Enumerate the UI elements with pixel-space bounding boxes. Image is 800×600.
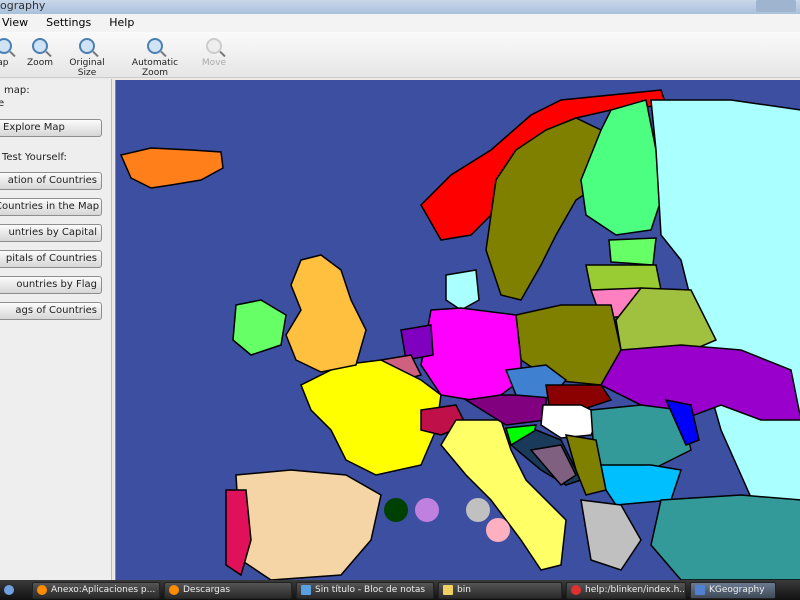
- kgeography-icon: [695, 585, 705, 595]
- test-flags-button[interactable]: ags of Countries: [0, 302, 102, 320]
- original-size-button[interactable]: Original Size: [60, 38, 114, 78]
- move-icon: [206, 38, 222, 54]
- automatic-zoom-button[interactable]: Automatic Zoom: [121, 38, 189, 78]
- map-view[interactable]: [115, 80, 800, 580]
- country-finland[interactable]: [580, 99, 662, 236]
- task-notepad[interactable]: Sin título - Bloc de notas: [296, 581, 434, 599]
- map-name: e: [0, 98, 5, 109]
- menu-settings[interactable]: Settings: [44, 14, 93, 32]
- start-button[interactable]: [4, 585, 14, 595]
- title-bar: ography: [0, 0, 800, 14]
- menu-view[interactable]: View: [0, 14, 30, 32]
- quiz-marker[interactable]: [415, 498, 439, 522]
- test-countries-flag-button[interactable]: ountries by Flag: [0, 276, 102, 294]
- quiz-marker[interactable]: [466, 498, 490, 522]
- quiz-marker[interactable]: [384, 498, 408, 522]
- explore-map-button[interactable]: Explore Map: [0, 119, 102, 137]
- task-help-blinken[interactable]: help:/blinken/index.h...: [566, 581, 686, 599]
- menu-bar: View Settings Help: [0, 14, 800, 32]
- firefox-icon: [169, 585, 179, 595]
- zoom-original-icon: [79, 38, 95, 54]
- country-germany[interactable]: [420, 307, 522, 401]
- menu-help[interactable]: Help: [107, 14, 136, 32]
- test-yourself-label: Test Yourself:: [2, 152, 67, 163]
- country-france[interactable]: [300, 359, 442, 476]
- test-countries-capital-button[interactable]: untries by Capital: [0, 224, 102, 242]
- test-location-button[interactable]: ation of Countries: [0, 172, 102, 190]
- map-button[interactable]: Map: [0, 38, 16, 68]
- quiz-marker[interactable]: [486, 518, 510, 542]
- country-uk[interactable]: [285, 254, 367, 373]
- test-capitals-button[interactable]: pitals of Countries: [0, 250, 102, 268]
- window-controls[interactable]: [756, 0, 796, 12]
- firefox-icon: [37, 585, 47, 595]
- taskbar: Anexo:Aplicaciones p... Descargas Sin tí…: [0, 580, 800, 600]
- task-kgeography[interactable]: KGeography: [690, 581, 776, 599]
- task-firefox-anexo[interactable]: Anexo:Aplicaciones p...: [32, 581, 160, 599]
- notepad-icon: [301, 585, 311, 595]
- move-button[interactable]: Move: [200, 38, 228, 68]
- zoom-button[interactable]: Zoom: [26, 38, 54, 68]
- zoom-in-icon: [32, 38, 48, 54]
- country-estonia[interactable]: [608, 237, 657, 266]
- test-countries-map-button[interactable]: Countries in the Map: [0, 198, 102, 216]
- europe-map[interactable]: [116, 80, 800, 580]
- country-ireland[interactable]: [232, 299, 287, 356]
- help-lifebuoy-icon: [571, 585, 581, 595]
- country-netherlands[interactable]: [400, 324, 434, 361]
- country-turkey[interactable]: [650, 494, 800, 580]
- task-firefox-descargas[interactable]: Descargas: [164, 581, 292, 599]
- sidebar: map: e Explore Map Test Yourself: ation …: [0, 79, 112, 580]
- window-title: ography: [0, 0, 46, 12]
- country-denmark[interactable]: [445, 269, 480, 311]
- map-icon: [0, 38, 12, 54]
- zoom-fit-icon: [147, 38, 163, 54]
- country-spain[interactable]: [235, 469, 382, 580]
- task-folder-bin[interactable]: bin: [438, 581, 562, 599]
- map-label: map:: [4, 85, 30, 96]
- folder-icon: [443, 585, 453, 595]
- toolbar: Map Zoom Original Size Automatic Zoom Mo…: [0, 32, 800, 78]
- country-greece[interactable]: [580, 499, 642, 571]
- country-iceland[interactable]: [119, 147, 224, 189]
